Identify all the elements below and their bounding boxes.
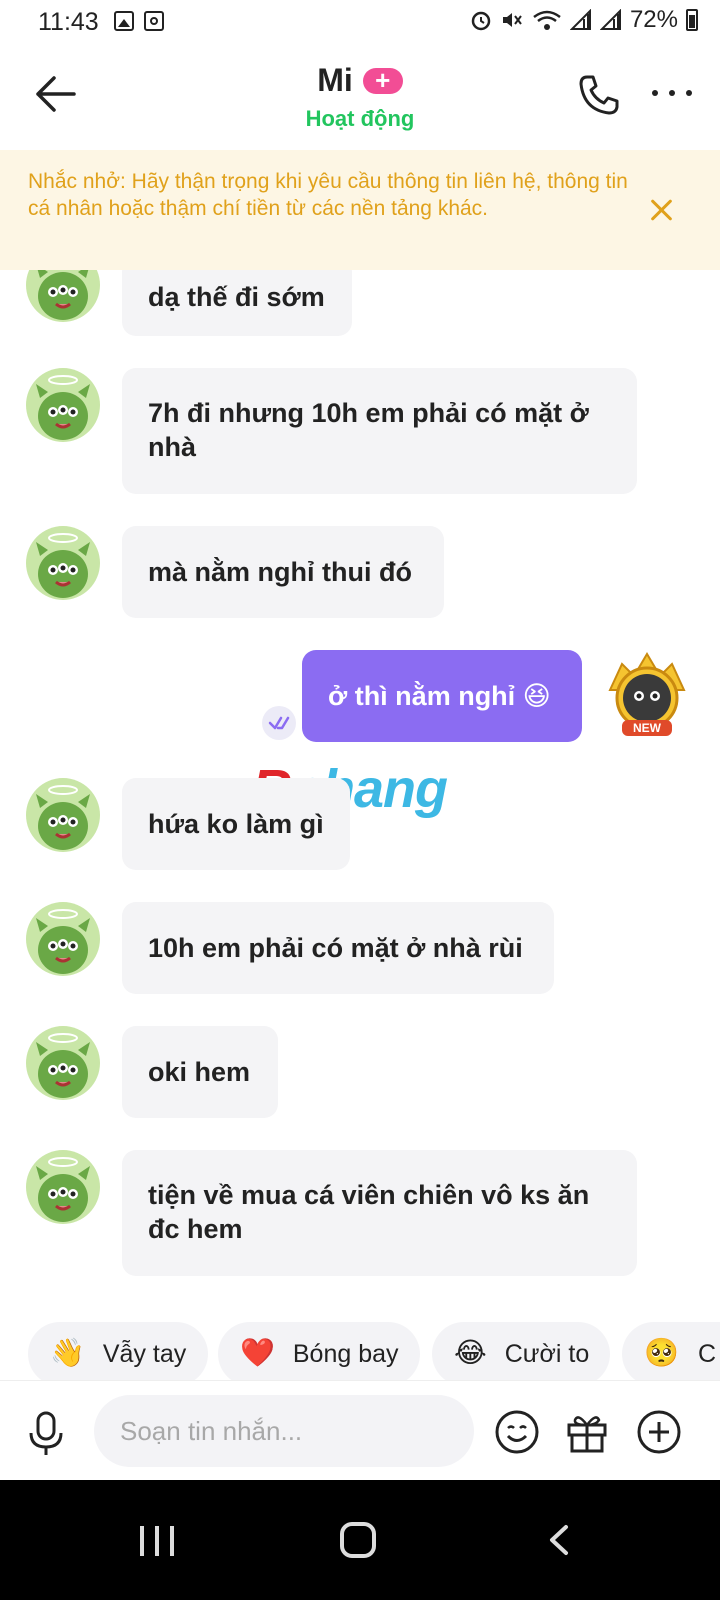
recent-apps-icon[interactable]: [140, 1526, 174, 1556]
message-bubble[interactable]: 10h em phải có mặt ở nhà rùi: [122, 902, 554, 994]
emoji-icon[interactable]: [494, 1409, 540, 1455]
battery-percent: 72%: [629, 6, 678, 33]
plus-badge: +: [362, 67, 403, 94]
contact-avatar[interactable]: [26, 1026, 100, 1100]
clock-notification-icon: [144, 11, 164, 31]
status-bar: 11:43 72%: [0, 0, 720, 44]
home-icon[interactable]: [340, 1522, 376, 1558]
reaction-label: C: [698, 1339, 717, 1368]
wifi-icon: [533, 10, 561, 30]
nav-back-icon[interactable]: [546, 1524, 572, 1556]
message-text: ở thì nằm nghỉ 😆: [328, 681, 551, 711]
reaction-balloon[interactable]: ❤️ Bóng bay: [218, 1322, 420, 1380]
message-text: dạ thế đi sớm: [148, 282, 325, 312]
contact-avatar[interactable]: [26, 778, 100, 852]
add-attachment-icon[interactable]: [636, 1409, 682, 1455]
heart-icon: ❤️: [240, 1337, 275, 1368]
reaction-pleading[interactable]: 🥺 C: [622, 1322, 720, 1380]
reaction-laugh[interactable]: 😂 Cười to: [432, 1322, 610, 1380]
message-bubble[interactable]: tiện về mua cá viên chiên vô ks ăn đc he…: [122, 1150, 637, 1276]
message-bubble[interactable]: dạ thế đi sớm: [122, 270, 352, 336]
message-text: hứa ko làm gì: [148, 809, 324, 839]
reaction-label: Cười to: [504, 1339, 590, 1368]
message-composer: [0, 1380, 720, 1480]
contact-avatar[interactable]: [26, 1150, 100, 1224]
message-list[interactable]: dạ thế đi sớm 7h đi nhưng 10h em phải có…: [0, 270, 720, 1300]
microphone-icon[interactable]: [26, 1411, 66, 1457]
wave-hand-icon: 👋: [50, 1337, 85, 1368]
message-bubble[interactable]: hứa ko làm gì: [122, 778, 350, 870]
contact-avatar[interactable]: [26, 270, 100, 322]
contact-avatar[interactable]: [26, 526, 100, 600]
reaction-wave[interactable]: 👋 Vẫy tay: [28, 1322, 208, 1380]
gallery-notification-icon: [114, 11, 134, 31]
battery-icon: [686, 9, 698, 31]
contact-name: Mi: [317, 62, 353, 98]
quick-reactions-bar: 👋 Vẫy tay ❤️ Bóng bay 😂 Cười to 🥺 C: [0, 1300, 720, 1380]
safety-reminder-text: Nhắc nhở: Hãy thận trọng khi yêu cầu thô…: [28, 170, 628, 220]
message-text: tiện về mua cá viên chiên vô ks ăn đc he…: [148, 1180, 590, 1244]
contact-avatar[interactable]: [26, 902, 100, 976]
status-time: 11:43: [38, 8, 99, 36]
safety-reminder-banner: Nhắc nhở: Hãy thận trọng khi yêu cầu thô…: [0, 150, 720, 270]
message-input[interactable]: [94, 1395, 474, 1467]
message-text: 7h đi nhưng 10h em phải có mặt ở nhà: [148, 398, 589, 462]
signal-icon: [569, 9, 591, 30]
read-receipt-icon: [262, 706, 296, 740]
message-text: 10h em phải có mặt ở nhà rùi: [148, 933, 523, 963]
system-indicators: 72%: [470, 6, 698, 34]
system-navigation-bar: [0, 1480, 720, 1600]
signal-icon-2: [599, 9, 621, 30]
message-bubble[interactable]: 7h đi nhưng 10h em phải có mặt ở nhà: [122, 368, 637, 494]
close-icon[interactable]: [648, 196, 676, 224]
mute-icon: [502, 13, 522, 27]
message-text: oki hem: [148, 1057, 251, 1087]
more-options-icon[interactable]: [652, 86, 692, 100]
message-bubble[interactable]: mà nằm nghỉ thui đó: [122, 526, 444, 618]
laughing-face-icon: 😂: [454, 1337, 487, 1368]
chat-header: Mi + Hoạt động: [0, 44, 720, 150]
new-badge-text: NEW: [633, 721, 662, 735]
pleading-face-icon: 🥺: [644, 1337, 679, 1368]
alarm-icon: [471, 11, 491, 31]
reaction-label: Vẫy tay: [102, 1339, 187, 1368]
my-message-bubble[interactable]: ở thì nằm nghỉ 😆: [302, 650, 582, 742]
reaction-label: Bóng bay: [292, 1339, 399, 1368]
message-text: mà nằm nghỉ thui đó: [148, 557, 412, 587]
gift-icon[interactable]: [564, 1409, 610, 1455]
phone-call-icon[interactable]: [578, 74, 620, 116]
message-bubble[interactable]: oki hem: [122, 1026, 278, 1118]
my-avatar[interactable]: NEW: [604, 650, 690, 742]
contact-avatar[interactable]: [26, 368, 100, 442]
notification-icons: [114, 11, 164, 31]
